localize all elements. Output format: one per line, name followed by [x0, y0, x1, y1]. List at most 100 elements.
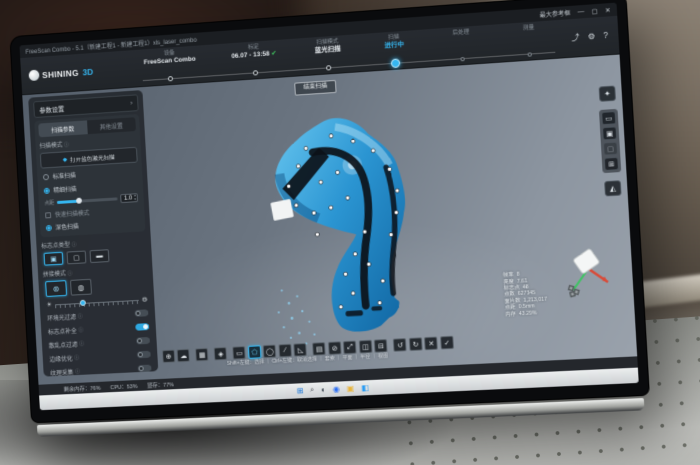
marker-type-framed-button[interactable]: ▣	[44, 252, 64, 266]
sidebar-tabs: 扫描参数 其他设置	[38, 117, 136, 137]
edge-browser-icon[interactable]: ◉	[333, 385, 340, 394]
step-measure[interactable]: 测量	[513, 24, 546, 61]
gpu-status: 显存：77%	[147, 380, 174, 389]
lock-view-button[interactable]: ▣	[602, 126, 617, 140]
marker-fill-toggle[interactable]	[135, 323, 149, 331]
view-button-group: ▭ ▣ ▢ ⊞	[599, 109, 621, 173]
pointer-tool-button[interactable]: ✦	[599, 85, 616, 101]
align-marker-button[interactable]: ⊛	[45, 280, 67, 297]
align-mode-options: ⊛ ◍	[43, 276, 149, 297]
file-explorer-icon[interactable]: ▣	[346, 384, 354, 393]
cpu-status: CPU：53%	[110, 382, 138, 391]
spacing-value-input[interactable]: 1.0 ▴▾	[120, 193, 138, 203]
screen: FreeScan Combo - 5.1（新建工程1 - 新建工程1）xls_l…	[19, 3, 638, 411]
memory-status: 剩余内存：76%	[63, 383, 100, 393]
undo-button[interactable]: ↺	[393, 338, 407, 352]
header-actions: ⤴ ⚙ ?	[560, 16, 611, 57]
radio-icon	[43, 174, 49, 180]
viewport-canvas[interactable]: 结束扫描 参数设置 › 扫描参数 其他设置	[22, 55, 637, 385]
unlock-view-button[interactable]: ▢	[603, 142, 618, 156]
cancel-button[interactable]: ✕	[424, 337, 438, 351]
pinned-app-icon[interactable]: ◧	[361, 383, 369, 392]
marker-type-none-button[interactable]: ▬	[90, 249, 110, 263]
radio-selected-icon	[46, 224, 52, 230]
task-view-icon[interactable]: ◐	[321, 385, 326, 394]
help-icon[interactable]: ?	[603, 31, 608, 40]
step-dot	[528, 52, 532, 56]
polygon-select-button[interactable]: ⬠	[248, 345, 262, 359]
outlier-filter-toggle[interactable]	[136, 337, 150, 345]
sun-icon: ☀	[46, 301, 52, 309]
calibration-check-icon: ✔	[271, 50, 277, 57]
cloud-group: ⊕ ☁	[162, 349, 190, 363]
info-icon: ⓘ	[64, 142, 69, 148]
marker-view-button[interactable]: ▦	[195, 348, 208, 361]
gear-icon[interactable]: ⚙	[142, 295, 148, 303]
brightness-slider[interactable]	[55, 296, 139, 307]
scan-stats: 帧率8 亮度7.61 标志点48 点数627345 面片数1,213,017 点…	[503, 270, 548, 318]
close-button[interactable]: ✕	[605, 6, 611, 15]
line-select-button[interactable]: ∕	[278, 344, 292, 358]
rect-select-button[interactable]: ▭	[233, 346, 246, 360]
tab-scan-params[interactable]: 扫描参数	[38, 120, 87, 137]
edge-optimize-toggle[interactable]	[137, 351, 151, 359]
radio-selected-icon	[44, 187, 50, 193]
end-scan-button[interactable]: 结束扫描	[294, 80, 336, 96]
confirm-button[interactable]: ✓	[440, 336, 454, 350]
expand-selection-button[interactable]: ⤢	[343, 341, 357, 355]
parameter-sidebar: 参数设置 › 扫描参数 其他设置 扫描模式 ⓘ	[28, 90, 158, 377]
spacing-slider[interactable]	[57, 197, 118, 204]
settings-gear-icon[interactable]: ⚙	[588, 32, 596, 42]
share-icon[interactable]: ⤴	[571, 32, 580, 44]
search-icon[interactable]: ⌕	[310, 386, 314, 395]
redo-button[interactable]: ↻	[409, 337, 423, 351]
mesh-view-button[interactable]: ◈	[214, 347, 227, 361]
mesh-group: ◈	[214, 347, 227, 361]
cloud-add-button[interactable]: ⊕	[162, 350, 175, 363]
clipboard-view-button[interactable]: ⊞	[604, 157, 619, 171]
cloud-button[interactable]: ☁	[177, 349, 190, 362]
toggle-row-texture: 纹理采集ⓘ	[48, 362, 153, 378]
windows-start-icon[interactable]: ⊞	[296, 386, 303, 395]
scanned-model[interactable]	[239, 87, 470, 354]
minimize-button[interactable]: —	[577, 8, 584, 16]
open-blue-laser-button[interactable]: ◆ 打开蓝色激光扫描	[40, 147, 138, 169]
scan-settings-card: 扫描参数 其他设置 扫描模式 ⓘ ◆ 打开蓝色激光扫描	[34, 114, 145, 237]
radio-dark-scan[interactable]: 深色扫描	[44, 217, 142, 233]
lasso-select-button[interactable]: ◯	[263, 345, 277, 359]
maximize-button[interactable]: ▢	[591, 7, 598, 16]
step-dot	[460, 57, 464, 61]
info-icon: ⓘ	[67, 271, 72, 277]
step-scan-mode[interactable]: 扫描模式 蓝光扫描	[312, 38, 344, 74]
deselect-button[interactable]: ⊘	[328, 341, 342, 355]
invert-selection-button[interactable]: ◫	[359, 340, 373, 354]
stepper-icons[interactable]: ▴▾	[134, 194, 136, 201]
ambient-filter-toggle[interactable]	[134, 309, 148, 317]
plane-cut-button[interactable]: ▤	[312, 342, 326, 356]
info-icon: ⓘ	[71, 242, 76, 248]
step-postprocess[interactable]: 后处理	[446, 29, 478, 65]
logo-icon	[29, 70, 40, 81]
step-device[interactable]: 设备 FreeScan Combo	[143, 49, 197, 86]
marker-type-options: ▣ ▢ ▬	[42, 247, 148, 266]
delete-selected-button[interactable]: ⊟	[374, 339, 388, 353]
brush-select-button[interactable]: ◺	[294, 343, 308, 357]
shining3d-logo: SHINING 3D	[28, 50, 143, 94]
brand-suffix: 3D	[82, 66, 93, 77]
tab-other-settings[interactable]: 其他设置	[87, 117, 136, 134]
step-dot	[168, 76, 173, 81]
step-dot	[252, 70, 257, 75]
checkbox-icon	[45, 212, 51, 218]
marker-group: ▦	[195, 348, 208, 361]
step-scan[interactable]: 扫描 进行中	[379, 34, 411, 70]
scanner-orientation-widget[interactable]	[550, 245, 620, 314]
photo-scene: FreeScan Combo - 5.1（新建工程1 - 新建工程1）xls_l…	[0, 0, 700, 465]
align-feature-button[interactable]: ◍	[70, 279, 92, 296]
marker-type-plain-button[interactable]: ▢	[66, 251, 86, 265]
step-dot-active	[390, 58, 400, 68]
fit-view-button[interactable]: ▭	[601, 111, 616, 125]
step-calibration[interactable]: 标定 06.07 - 13:58 ✔	[231, 43, 278, 80]
screenshot-button[interactable]: ◭	[604, 180, 621, 196]
step-dot	[326, 65, 331, 70]
texture-capture-toggle[interactable]	[138, 365, 152, 373]
